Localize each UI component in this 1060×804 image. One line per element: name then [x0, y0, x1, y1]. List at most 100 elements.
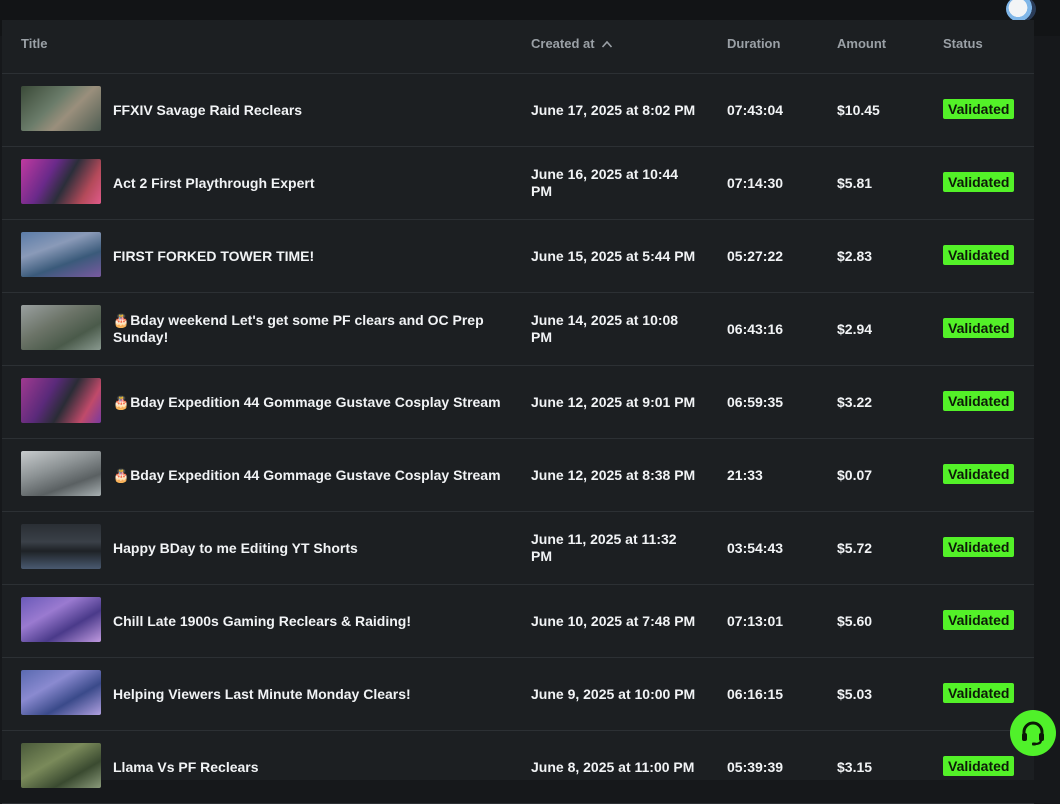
amount: $5.03 — [837, 686, 873, 702]
created-at: June 15, 2025 at 5:44 PM — [531, 220, 701, 292]
video-thumbnail[interactable] — [21, 159, 101, 204]
video-title-text: Bday weekend Let's get some PF clears an… — [113, 312, 484, 345]
duration: 03:54:43 — [727, 540, 784, 556]
amount: $2.83 — [837, 248, 873, 264]
created-at-text: June 12, 2025 at 9:01 PM — [531, 393, 696, 410]
duration: 07:14:30 — [727, 175, 784, 191]
status-badge: Validated — [943, 99, 1015, 119]
video-thumbnail[interactable] — [21, 305, 101, 350]
duration: 05:27:22 — [727, 248, 784, 264]
amount: $10.45 — [837, 102, 880, 118]
created-at: June 16, 2025 at 10:44 PM — [531, 147, 701, 219]
birthday-cake-icon: 🎂 — [113, 313, 130, 328]
amount: $0.07 — [837, 467, 873, 483]
created-at: June 11, 2025 at 11:32 PM — [531, 512, 701, 584]
created-at-text: June 9, 2025 at 10:00 PM — [531, 685, 696, 702]
video-title[interactable]: 🎂Bday Expedition 44 Gommage Gustave Cosp… — [113, 439, 513, 511]
headset-icon — [1022, 721, 1044, 746]
video-title[interactable]: Happy BDay to me Editing YT Shorts — [113, 512, 513, 584]
video-title[interactable]: Chill Late 1900s Gaming Reclears & Raidi… — [113, 585, 513, 657]
user-avatar[interactable] — [1006, 0, 1036, 22]
scrollbar[interactable] — [1034, 36, 1060, 774]
created-at: June 14, 2025 at 10:08 PM — [531, 293, 701, 365]
status-badge: Validated — [943, 172, 1015, 192]
video-title-text: FFXIV Savage Raid Reclears — [113, 101, 303, 118]
video-thumbnail[interactable] — [21, 597, 101, 642]
video-thumbnail[interactable] — [21, 743, 101, 788]
amount: $2.94 — [837, 321, 873, 337]
video-title[interactable]: FIRST FORKED TOWER TIME! — [113, 220, 513, 292]
table-header: Title Created at Duration Amount Status — [2, 20, 1034, 74]
video-thumbnail[interactable] — [21, 670, 101, 715]
status-badge: Validated — [943, 683, 1015, 703]
column-header-duration[interactable]: Duration — [727, 36, 780, 51]
status-badge: Validated — [943, 610, 1015, 630]
duration: 05:39:39 — [727, 759, 784, 775]
table-row[interactable]: FIRST FORKED TOWER TIME! June 15, 2025 at… — [2, 220, 1034, 293]
help-button[interactable] — [1010, 710, 1056, 756]
amount: $5.81 — [837, 175, 873, 191]
created-at: June 8, 2025 at 11:00 PM — [531, 731, 701, 803]
status-badge: Validated — [943, 318, 1015, 338]
created-at: June 9, 2025 at 10:00 PM — [531, 658, 701, 730]
video-title[interactable]: Act 2 First Playthrough Expert — [113, 147, 513, 219]
table-row[interactable]: 🎂Bday Expedition 44 Gommage Gustave Cosp… — [2, 366, 1034, 439]
duration: 21:33 — [727, 467, 763, 483]
video-title-text: FIRST FORKED TOWER TIME! — [113, 247, 315, 264]
table-row[interactable]: Helping Viewers Last Minute Monday Clear… — [2, 658, 1034, 731]
video-thumbnail[interactable] — [21, 524, 101, 569]
amount: $3.15 — [837, 759, 873, 775]
video-title[interactable]: Helping Viewers Last Minute Monday Clear… — [113, 658, 513, 730]
table-row[interactable]: Happy BDay to me Editing YT Shorts June 1… — [2, 512, 1034, 585]
column-header-created[interactable]: Created at — [531, 36, 613, 51]
created-at: June 17, 2025 at 8:02 PM — [531, 74, 701, 146]
table-row[interactable]: Llama Vs PF Reclears June 8, 2025 at 11:0… — [2, 731, 1034, 804]
table-row[interactable]: 🎂Bday Expedition 44 Gommage Gustave Cosp… — [2, 439, 1034, 512]
video-title-text: Llama Vs PF Reclears — [113, 758, 259, 775]
status-badge: Validated — [943, 391, 1015, 411]
video-title-text: Chill Late 1900s Gaming Reclears & Raidi… — [113, 612, 411, 629]
chevron-up-icon — [601, 40, 612, 48]
video-title-text: Helping Viewers Last Minute Monday Clear… — [113, 685, 411, 702]
status-badge: Validated — [943, 464, 1015, 484]
created-at-text: June 15, 2025 at 5:44 PM — [531, 247, 696, 264]
column-header-created-label: Created at — [531, 36, 595, 51]
video-thumbnail[interactable] — [21, 232, 101, 277]
duration: 06:59:35 — [727, 394, 784, 410]
created-at-text: June 17, 2025 at 8:02 PM — [531, 101, 696, 118]
video-title-text: Act 2 First Playthrough Expert — [113, 174, 315, 191]
table-row[interactable]: 🎂Bday weekend Let's get some PF clears a… — [2, 293, 1034, 366]
status-badge: Validated — [943, 245, 1015, 265]
video-title[interactable]: FFXIV Savage Raid Reclears — [113, 74, 513, 146]
column-header-amount[interactable]: Amount — [837, 36, 886, 51]
video-title-text: Bday Expedition 44 Gommage Gustave Cospl… — [130, 393, 501, 410]
video-title[interactable]: 🎂Bday weekend Let's get some PF clears a… — [113, 293, 513, 365]
videos-table: Title Created at Duration Amount Status … — [2, 20, 1034, 804]
birthday-cake-icon: 🎂 — [113, 467, 130, 483]
created-at-text: June 12, 2025 at 8:38 PM — [531, 466, 696, 483]
table-row[interactable]: FFXIV Savage Raid Reclears June 17, 2025 … — [2, 74, 1034, 147]
video-title-text: Bday Expedition 44 Gommage Gustave Cospl… — [130, 466, 501, 483]
video-title[interactable]: Llama Vs PF Reclears — [113, 731, 513, 803]
created-at: June 10, 2025 at 7:48 PM — [531, 585, 701, 657]
column-header-status[interactable]: Status — [943, 36, 983, 51]
column-header-title[interactable]: Title — [21, 36, 48, 51]
created-at-text: June 16, 2025 at 10:44 PM — [531, 166, 679, 199]
status-badge: Validated — [943, 756, 1015, 776]
table-row[interactable]: Act 2 First Playthrough Expert June 16, 2… — [2, 147, 1034, 220]
video-thumbnail[interactable] — [21, 378, 101, 423]
video-title[interactable]: 🎂Bday Expedition 44 Gommage Gustave Cosp… — [113, 366, 513, 438]
video-thumbnail[interactable] — [21, 451, 101, 496]
amount: $5.60 — [837, 613, 873, 629]
table-row[interactable]: Chill Late 1900s Gaming Reclears & Raidi… — [2, 585, 1034, 658]
amount: $3.22 — [837, 394, 873, 410]
duration: 06:16:15 — [727, 686, 784, 702]
birthday-cake-icon: 🎂 — [113, 394, 130, 410]
table-body: FFXIV Savage Raid Reclears June 17, 2025 … — [2, 74, 1034, 804]
status-badge: Validated — [943, 537, 1015, 557]
created-at: June 12, 2025 at 8:38 PM — [531, 439, 701, 511]
amount: $5.72 — [837, 540, 873, 556]
duration: 06:43:16 — [727, 321, 784, 337]
created-at: June 12, 2025 at 9:01 PM — [531, 366, 701, 438]
video-thumbnail[interactable] — [21, 86, 101, 131]
